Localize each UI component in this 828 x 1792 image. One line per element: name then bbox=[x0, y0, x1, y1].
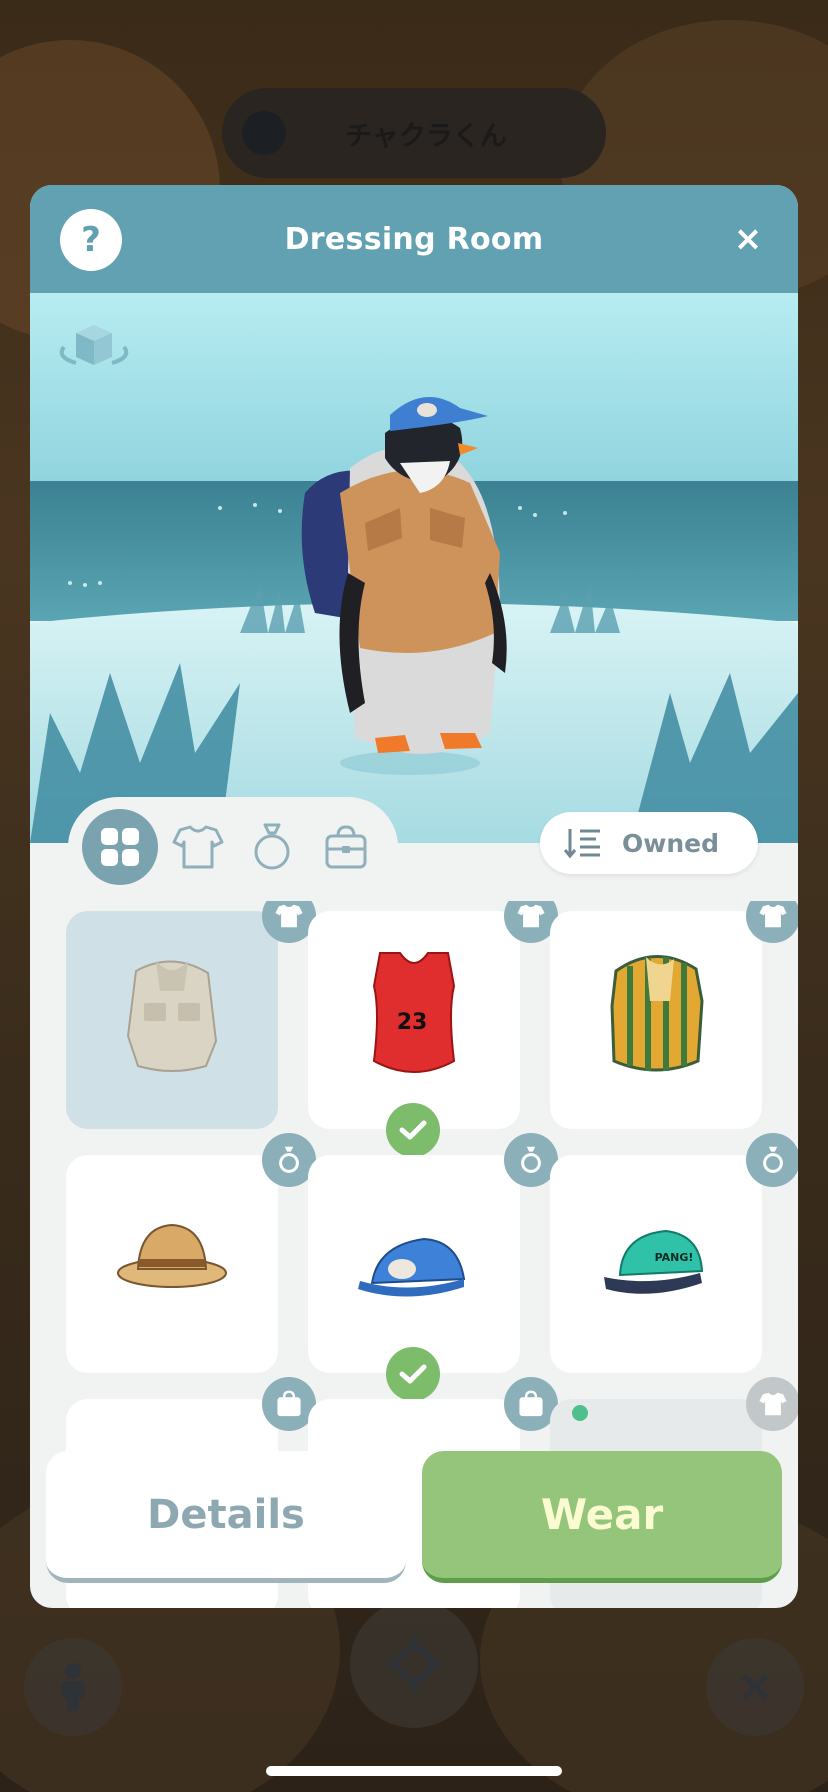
sort-button[interactable]: Owned bbox=[540, 812, 758, 874]
blue-cap-image bbox=[358, 1237, 466, 1297]
tab-all[interactable] bbox=[82, 809, 158, 885]
item-card-safari-shirt[interactable] bbox=[66, 911, 278, 1129]
item-card-safari-hat[interactable] bbox=[66, 1155, 278, 1373]
help-button[interactable]: ? bbox=[60, 209, 122, 271]
dialog-title: Dressing Room bbox=[284, 221, 544, 257]
item-card-basketball-jersey[interactable]: 23 bbox=[308, 911, 520, 1129]
shirt-category-badge bbox=[746, 1377, 798, 1431]
close-button[interactable]: × bbox=[728, 219, 768, 259]
item-card-blue-cap[interactable] bbox=[308, 1155, 520, 1373]
worn-check-icon bbox=[386, 1347, 440, 1401]
tab-bags[interactable] bbox=[308, 809, 384, 885]
sort-list-icon bbox=[564, 829, 600, 859]
item-card-striped-shirt[interactable] bbox=[550, 911, 762, 1129]
shirt-icon bbox=[172, 825, 224, 869]
green-cap-image: PANG! bbox=[604, 1229, 704, 1294]
item-card-green-cap[interactable]: PANG! bbox=[550, 1155, 762, 1373]
details-button[interactable]: Details bbox=[46, 1451, 406, 1583]
ring-icon bbox=[254, 823, 290, 870]
sort-label: Owned bbox=[622, 828, 719, 858]
safari-hat-image bbox=[117, 1223, 227, 1288]
bag-icon bbox=[325, 825, 367, 869]
character-preview[interactable] bbox=[30, 293, 798, 843]
character-nameplate: チャクラくん bbox=[222, 88, 606, 178]
jersey-image: 23 bbox=[372, 952, 456, 1073]
preview-scene bbox=[30, 293, 798, 843]
person-icon bbox=[24, 1638, 122, 1736]
locate-icon bbox=[350, 1600, 478, 1728]
rotate-3d-icon[interactable] bbox=[52, 319, 136, 381]
dressing-room-dialog: ? Dressing Room × Owned 23 PANG! Details… bbox=[30, 185, 798, 1608]
worn-check-icon bbox=[386, 1103, 440, 1157]
category-tabs bbox=[68, 797, 398, 897]
dialog-header: ? Dressing Room × bbox=[30, 185, 798, 293]
wear-button[interactable]: Wear bbox=[422, 1451, 782, 1583]
striped-shirt-image bbox=[610, 955, 704, 1072]
tab-shirts[interactable] bbox=[160, 809, 236, 885]
character-name: チャクラくん bbox=[345, 120, 507, 152]
tab-accessories[interactable] bbox=[234, 809, 310, 885]
home-indicator[interactable] bbox=[266, 1766, 562, 1776]
safari-shirt-image bbox=[126, 960, 218, 1072]
close-icon bbox=[706, 1638, 804, 1736]
grid-icon bbox=[101, 828, 139, 866]
jersey-number: 23 bbox=[397, 1010, 428, 1035]
ring-category-badge bbox=[746, 1133, 798, 1187]
new-indicator bbox=[572, 1405, 588, 1421]
nameplate-icon bbox=[242, 111, 286, 155]
cap-text: PANG! bbox=[655, 1251, 694, 1264]
